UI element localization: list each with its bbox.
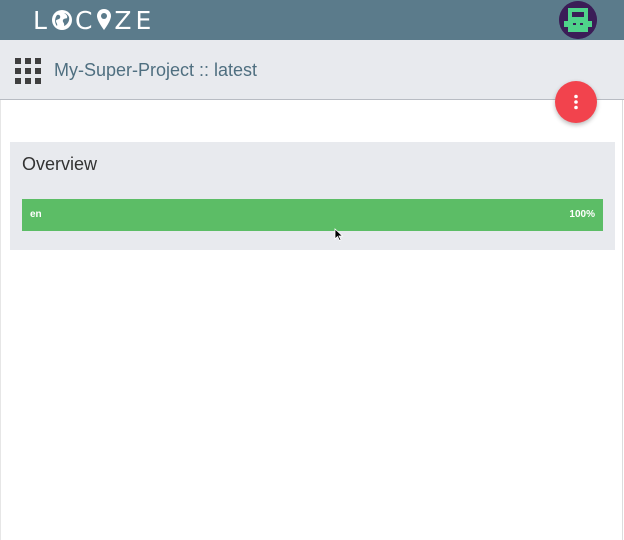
- content-border-right: [622, 100, 623, 540]
- more-vertical-icon: [574, 94, 578, 110]
- grid-icon[interactable]: [15, 58, 41, 84]
- content-border-left: [0, 100, 1, 540]
- robot-avatar-icon: [559, 1, 597, 39]
- mouse-pointer-icon: [334, 228, 344, 242]
- logo-letter-c: C: [74, 5, 95, 35]
- overview-card: Overview en 100%: [10, 142, 615, 250]
- globe-icon: [51, 9, 73, 31]
- project-title[interactable]: My-Super-Project :: latest: [54, 60, 257, 81]
- map-pin-icon: [96, 8, 112, 32]
- logo-letter-z: Z: [114, 5, 134, 35]
- overview-title: Overview: [22, 154, 98, 174]
- language-progress-bar-en[interactable]: en 100%: [22, 199, 603, 231]
- project-header: My-Super-Project :: latest: [0, 40, 624, 100]
- more-actions-button[interactable]: [555, 81, 597, 123]
- locize-logo[interactable]: L C Z E: [32, 4, 154, 36]
- logo-letter-e: E: [135, 5, 154, 35]
- progress-percent-label: 100%: [569, 209, 595, 220]
- progress-fill: [22, 199, 603, 231]
- user-avatar[interactable]: [559, 1, 597, 39]
- logo-letter-l: L: [33, 5, 49, 35]
- progress-language-code: en: [30, 209, 42, 220]
- top-navigation-bar: L C Z E: [0, 0, 624, 40]
